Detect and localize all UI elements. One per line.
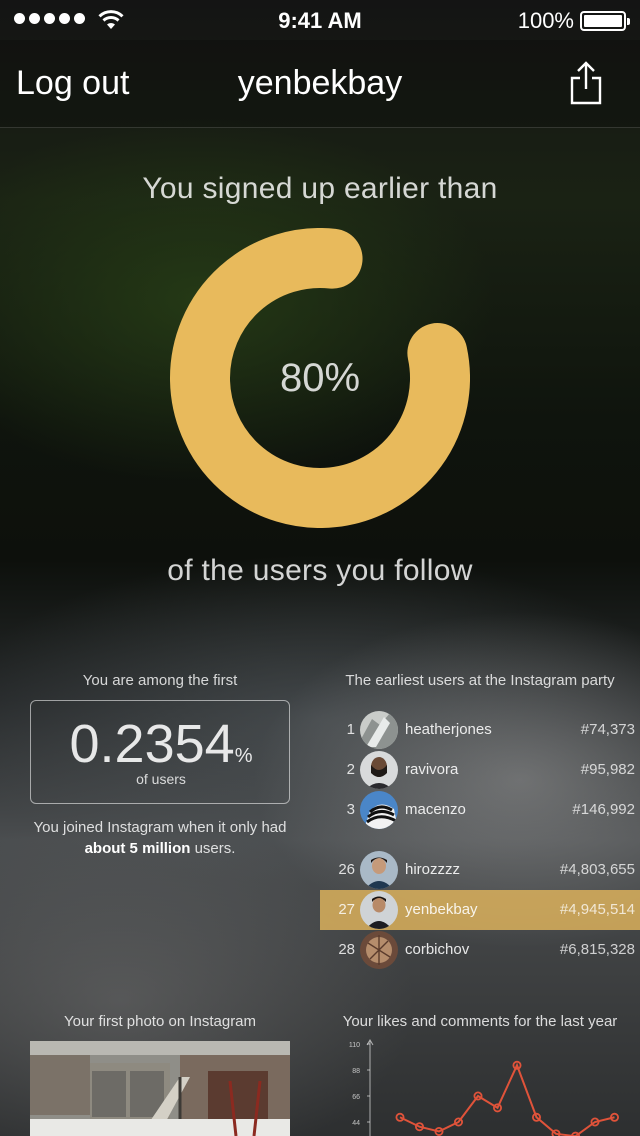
hero-bottom-text: of the users you follow — [167, 554, 473, 587]
list-item[interactable]: 2 ravivora #95,982 — [320, 750, 640, 790]
logout-button[interactable]: Log out — [16, 64, 129, 103]
avatar — [360, 751, 398, 789]
battery-icon — [580, 11, 630, 31]
list-item[interactable]: 26 hirozzzz #4,803,655 — [320, 850, 640, 890]
hero-top-text: You signed up earlier than — [142, 172, 498, 205]
rank-username: hirozzzz — [405, 861, 461, 878]
rank-number: 28 — [338, 941, 355, 958]
first-photo-title: Your first photo on Instagram — [63, 1013, 257, 1030]
y-tick-label: 66 — [352, 1094, 360, 1101]
y-tick-label: 44 — [352, 1120, 360, 1127]
battery-percent: 100% — [517, 8, 574, 33]
rank-username: ravivora — [405, 761, 459, 778]
avatar — [360, 791, 398, 829]
y-tick-label: 88 — [352, 1068, 360, 1075]
among-percent-sign: % — [234, 745, 253, 767]
status-bar: 9:41 AM 100% — [0, 0, 640, 40]
avatar — [360, 851, 398, 889]
rank-username: heatherjones — [405, 721, 492, 738]
joined-bold: about 5 million — [84, 840, 191, 857]
data-point — [395, 1112, 405, 1122]
avatar — [360, 711, 398, 749]
joined-text: You joined Instagram when it only had ab… — [20, 817, 300, 859]
rank-user-id: #6,815,328 — [559, 941, 635, 958]
likes-chart-title: Your likes and comments for the last yea… — [342, 1013, 618, 1030]
rank-number: 27 — [338, 901, 355, 918]
series-line — [399, 1062, 615, 1136]
y-tick-label: 110 — [349, 1042, 360, 1049]
among-number: 0.2354 — [69, 714, 235, 774]
among-box: 0.2354% of users — [30, 700, 290, 804]
rank-user-id: #95,982 — [580, 761, 635, 778]
rank-number: 2 — [346, 761, 355, 778]
list-item[interactable]: 1 heatherjones #74,373 — [320, 710, 640, 750]
percent-value: 80% — [279, 356, 361, 400]
first-photo-image[interactable] — [30, 1041, 290, 1136]
rank-user-id: #146,992 — [572, 801, 635, 818]
among-value: 0.2354% — [31, 713, 291, 775]
nav-bar: Log out yenbekbay — [0, 40, 640, 128]
rank-username: corbichov — [405, 941, 470, 958]
among-unit: of users — [136, 771, 186, 787]
rank-user-id: #4,803,655 — [559, 861, 635, 878]
list-item-current-user[interactable]: 27 yenbekbay #4,945,514 — [320, 890, 640, 930]
avatar — [360, 891, 398, 929]
list-item[interactable]: 3 macenzo #146,992 — [320, 790, 640, 830]
rank-username: yenbekbay — [405, 901, 478, 918]
rank-number: 26 — [338, 861, 355, 878]
list-item[interactable]: 28 corbichov #6,815,328 — [320, 930, 640, 970]
joined-prefix: You joined Instagram when it only had — [33, 819, 287, 836]
avatar — [360, 931, 398, 969]
rank-user-id: #4,945,514 — [559, 901, 635, 918]
rank-number: 3 — [346, 801, 355, 818]
likes-chart: 110 88 66 44 — [349, 1039, 619, 1136]
among-title: You are among the first — [82, 672, 238, 689]
joined-suffix: users. — [190, 840, 236, 857]
ranking-title: The earliest users at the Instagram part… — [345, 672, 615, 689]
share-icon[interactable] — [568, 60, 604, 106]
rank-username: macenzo — [405, 801, 466, 818]
rank-user-id: #74,373 — [580, 721, 635, 738]
rank-number: 1 — [346, 721, 355, 738]
